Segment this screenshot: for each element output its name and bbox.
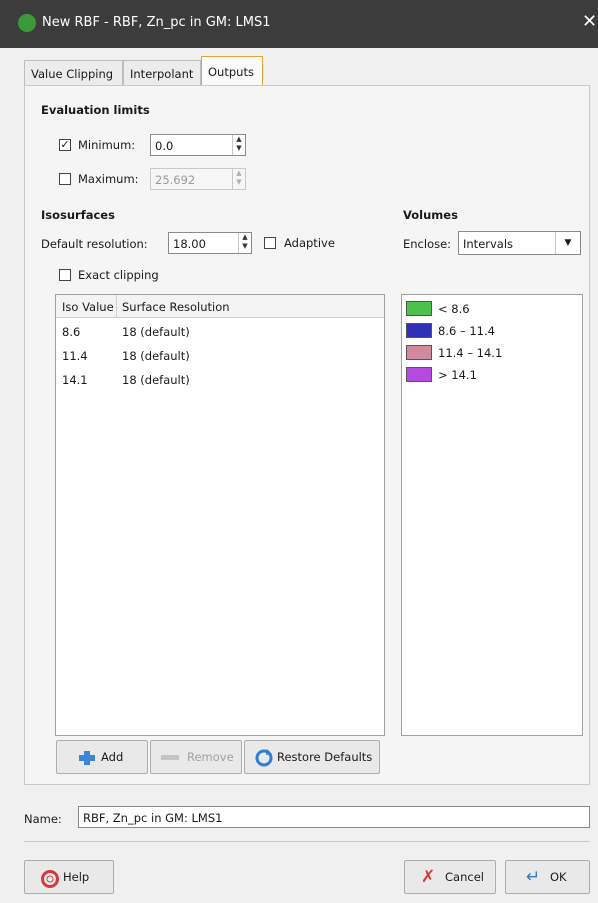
exact-clipping-label: Exact clipping xyxy=(78,268,159,282)
help-button-label: Help xyxy=(63,870,90,884)
iso-value-cell: 11.4 xyxy=(62,349,88,363)
window-title: New RBF - RBF, Zn_pc in GM: LMS1 xyxy=(42,15,271,30)
color-swatch[interactable] xyxy=(406,367,432,382)
exact-clipping-checkbox[interactable] xyxy=(59,269,71,281)
tab-value-clipping[interactable]: Value Clipping xyxy=(24,60,123,85)
volumes-legend-list[interactable]: < 8.6 8.6 – 11.4 11.4 – 14.1 > 14.1 xyxy=(401,294,583,736)
cancel-icon: ✗ xyxy=(421,867,436,887)
iso-value-cell: 14.1 xyxy=(62,373,88,387)
maximum-checkbox[interactable] xyxy=(59,173,71,185)
default-resolution-value: 18.00 xyxy=(173,237,206,251)
restore-defaults-label: Restore Defaults xyxy=(277,750,373,764)
ok-button[interactable]: ↵ OK xyxy=(505,860,590,894)
table-row[interactable]: 11.4 18 (default) xyxy=(56,345,384,367)
remove-button-label: Remove xyxy=(187,750,234,764)
list-item[interactable]: < 8.6 xyxy=(406,300,576,318)
color-swatch[interactable] xyxy=(406,345,432,360)
ok-button-label: OK xyxy=(550,870,567,884)
tab-outputs[interactable]: Outputs xyxy=(201,56,263,86)
minimum-label: Minimum: xyxy=(78,138,136,152)
name-label: Name: xyxy=(24,812,62,826)
chevron-down-icon[interactable]: ▼ xyxy=(555,232,580,254)
default-resolution-label: Default resolution: xyxy=(41,237,148,251)
maximum-spinbox: 25.692 ▲ ▼ xyxy=(150,168,246,190)
resolution-cell: 18 (default) xyxy=(122,349,190,363)
legend-label: 8.6 – 11.4 xyxy=(438,324,495,338)
enclose-label: Enclose: xyxy=(403,237,452,251)
refresh-icon xyxy=(255,749,273,767)
minimum-checkbox[interactable]: ✓ xyxy=(59,139,71,151)
minimum-value: 0.0 xyxy=(155,139,174,153)
column-divider xyxy=(116,295,117,317)
add-button[interactable]: Add xyxy=(56,740,148,774)
remove-button: Remove xyxy=(150,740,242,774)
adaptive-label: Adaptive xyxy=(284,236,335,250)
tab-label: Interpolant xyxy=(130,67,194,81)
enclose-dropdown[interactable]: Intervals ▼ xyxy=(458,231,581,255)
footer-divider xyxy=(24,841,590,842)
color-swatch[interactable] xyxy=(406,301,432,316)
add-button-label: Add xyxy=(101,750,124,764)
title-bar: New RBF - RBF, Zn_pc in GM: LMS1 ✕ xyxy=(0,0,598,48)
add-icon xyxy=(79,751,95,765)
volumes-heading: Volumes xyxy=(403,208,458,222)
tab-label: Outputs xyxy=(208,65,254,79)
list-item[interactable]: > 14.1 xyxy=(406,366,576,384)
app-logo-icon xyxy=(18,14,36,32)
lifebuoy-icon xyxy=(41,870,59,888)
remove-icon xyxy=(161,755,179,760)
table-row[interactable]: 14.1 18 (default) xyxy=(56,369,384,391)
close-icon[interactable]: ✕ xyxy=(582,11,597,32)
list-item[interactable]: 11.4 – 14.1 xyxy=(406,344,576,362)
minimum-spinbox[interactable]: 0.0 ▲ ▼ xyxy=(150,134,246,156)
name-field[interactable]: RBF, Zn_pc in GM: LMS1 xyxy=(78,806,590,828)
list-item[interactable]: 8.6 – 11.4 xyxy=(406,322,576,340)
tab-label: Value Clipping xyxy=(31,67,114,81)
legend-label: < 8.6 xyxy=(438,302,470,316)
restore-defaults-button[interactable]: Restore Defaults xyxy=(244,740,380,774)
isosurfaces-heading: Isosurfaces xyxy=(41,208,115,222)
cancel-button[interactable]: ✗ Cancel xyxy=(404,860,496,894)
adaptive-checkbox[interactable] xyxy=(264,237,276,249)
maximum-label: Maximum: xyxy=(78,172,139,186)
evaluation-limits-heading: Evaluation limits xyxy=(41,103,150,117)
iso-value-cell: 8.6 xyxy=(62,325,81,339)
column-header-iso-value[interactable]: Iso Value xyxy=(62,300,114,314)
enter-arrow-icon: ↵ xyxy=(526,867,541,887)
isosurface-table[interactable]: Iso Value Surface Resolution 8.6 18 (def… xyxy=(55,294,385,736)
name-value: RBF, Zn_pc in GM: LMS1 xyxy=(83,811,223,825)
spin-arrows-icon[interactable]: ▲ ▼ xyxy=(238,233,251,253)
spin-arrows-icon: ▲ ▼ xyxy=(232,169,245,189)
cancel-button-label: Cancel xyxy=(445,870,484,884)
color-swatch[interactable] xyxy=(406,323,432,338)
table-row[interactable]: 8.6 18 (default) xyxy=(56,321,384,343)
default-resolution-spinbox[interactable]: 18.00 ▲ ▼ xyxy=(168,232,252,254)
tab-interpolant[interactable]: Interpolant xyxy=(123,60,201,85)
legend-label: 11.4 – 14.1 xyxy=(438,346,503,360)
check-icon: ✓ xyxy=(60,138,70,151)
spin-arrows-icon[interactable]: ▲ ▼ xyxy=(232,135,245,155)
maximum-value: 25.692 xyxy=(155,173,196,187)
resolution-cell: 18 (default) xyxy=(122,325,190,339)
help-button[interactable]: Help xyxy=(24,860,114,894)
resolution-cell: 18 (default) xyxy=(122,373,190,387)
enclose-value: Intervals xyxy=(463,237,514,251)
legend-label: > 14.1 xyxy=(438,368,477,382)
column-header-surface-resolution[interactable]: Surface Resolution xyxy=(122,300,230,314)
